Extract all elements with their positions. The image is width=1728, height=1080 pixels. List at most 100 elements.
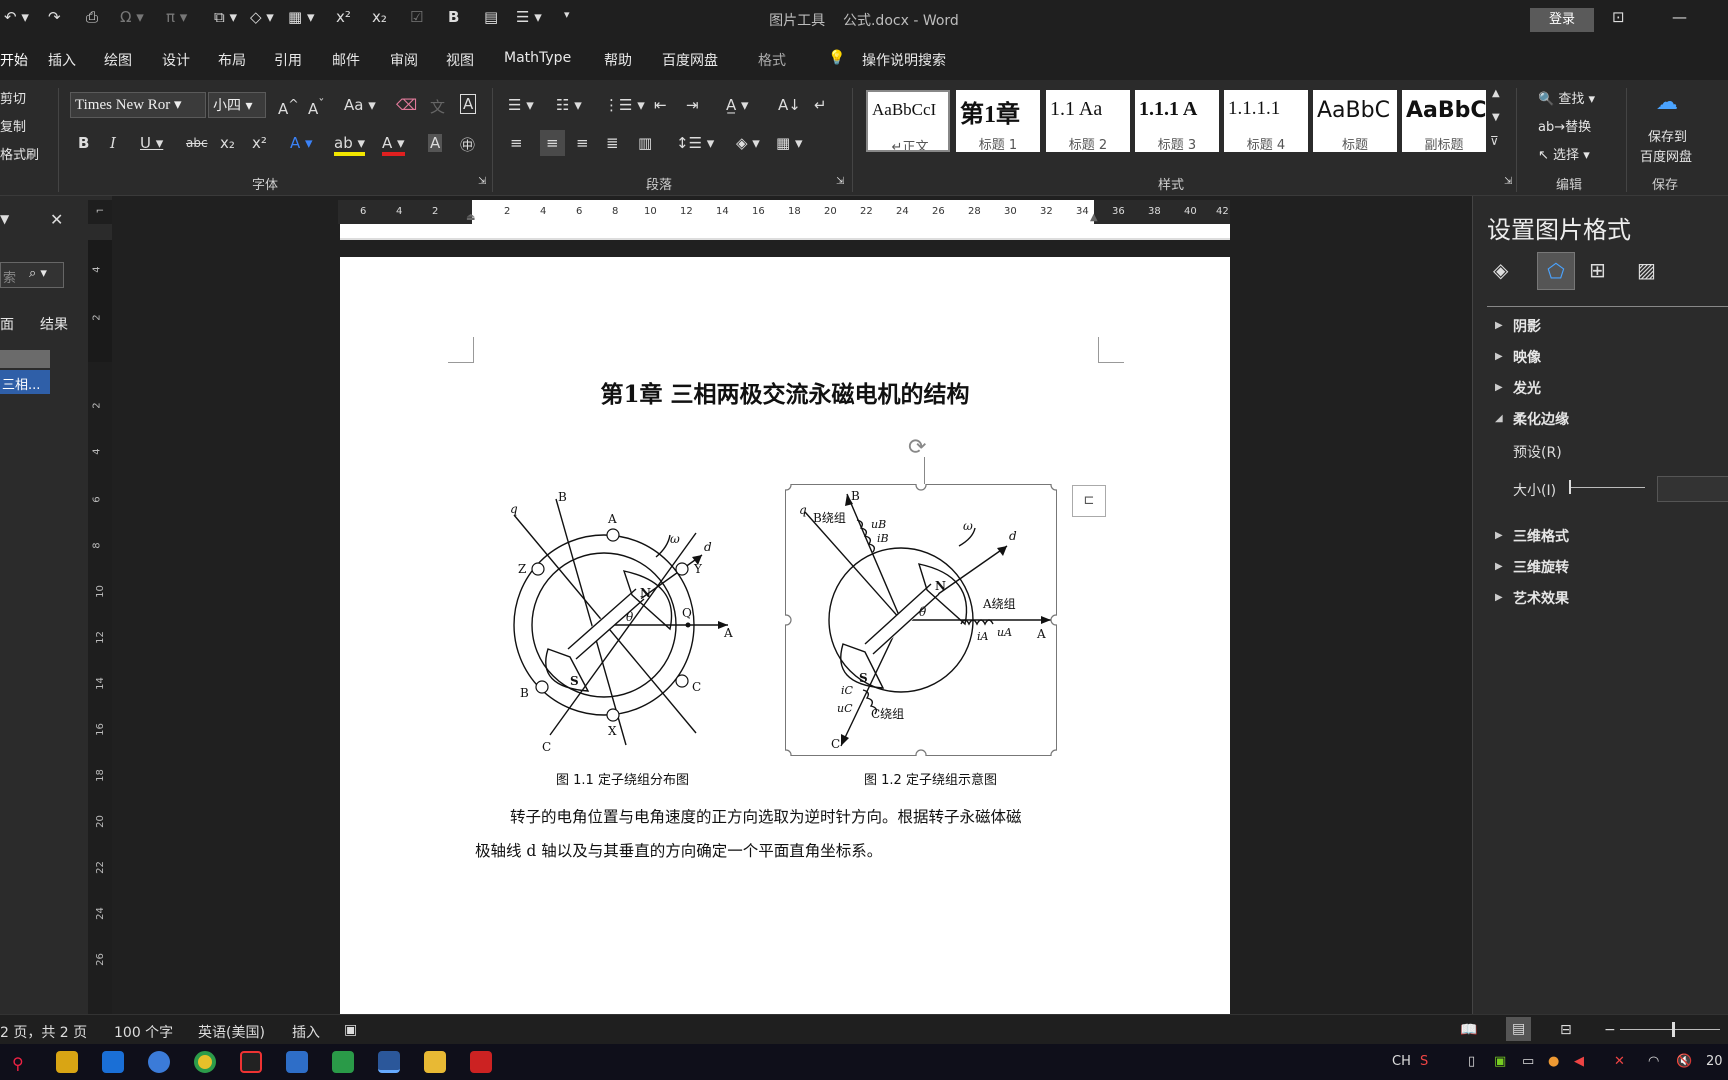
tab-baidu[interactable]: 百度网盘 xyxy=(662,50,718,70)
sort-icon[interactable]: A↓ xyxy=(778,96,801,114)
enclose-char-icon[interactable]: ㊥ xyxy=(460,134,475,155)
pane-options-icon[interactable]: ▼ xyxy=(0,212,9,226)
shield-app-icon[interactable] xyxy=(56,1051,78,1073)
print-layout-icon[interactable]: ▤ xyxy=(1506,1017,1532,1041)
size-slider-thumb[interactable] xyxy=(1569,480,1571,494)
zoom-slider[interactable] xyxy=(1620,1029,1720,1030)
asian-layout-icon[interactable]: A̲ ▾ xyxy=(726,96,749,114)
nav-tab-pages[interactable]: 面 xyxy=(0,314,14,334)
close-icon[interactable]: ✕ xyxy=(50,210,63,229)
resize-handle[interactable] xyxy=(915,749,927,756)
numbering-icon[interactable]: ☷ ▾ xyxy=(556,96,582,114)
chrome-icon[interactable] xyxy=(194,1051,216,1073)
figure-stator-winding-distribution[interactable]: q B A d ω Z Y N θ Q A S B C X C xyxy=(500,487,740,757)
baidu-cloud-icon[interactable]: ☁ xyxy=(1656,90,1678,115)
style-heading1[interactable]: 第1章 标题 1 xyxy=(956,90,1040,152)
resize-handle[interactable] xyxy=(1050,749,1057,756)
body-paragraph-line2[interactable]: 极轴线 d 轴以及与其垂直的方向确定一个平面直角坐标系。 xyxy=(475,839,882,861)
browser-app-icon[interactable] xyxy=(148,1051,170,1073)
folder-icon[interactable] xyxy=(424,1051,446,1073)
figure-stator-winding-schematic[interactable]: q B B绕组 uB iB ω d N θ A绕组 iA uA A S iC u… xyxy=(785,484,1057,756)
resize-handle[interactable] xyxy=(785,484,792,491)
section-shadow[interactable]: 阴影 xyxy=(1513,316,1541,336)
resize-handle[interactable] xyxy=(915,484,927,491)
tab-mailings[interactable]: 邮件 xyxy=(332,50,360,70)
tab-home[interactable]: 开始 xyxy=(0,50,28,70)
word-icon[interactable] xyxy=(378,1051,400,1073)
monitor-tray-icon[interactable]: ▭ xyxy=(1522,1054,1534,1069)
section-3d-format[interactable]: 三维格式 xyxy=(1513,526,1569,546)
increase-indent-icon[interactable]: ⇥ xyxy=(686,96,699,114)
spreadsheet-app-icon[interactable] xyxy=(332,1051,354,1073)
resize-handle[interactable] xyxy=(1050,614,1057,626)
style-heading2[interactable]: 1.1 Aa 标题 2 xyxy=(1046,90,1130,152)
layout-size-icon[interactable]: ⊞ xyxy=(1589,258,1606,282)
paragraph-dialog-launcher-icon[interactable]: ⇲ xyxy=(836,176,844,187)
nav-search-box[interactable]: 索 ⌕ ▾ xyxy=(0,262,64,288)
align-left-icon[interactable]: ≡ xyxy=(510,134,523,152)
find-button[interactable]: 🔍 查找 ▾ xyxy=(1538,88,1595,107)
size-input[interactable] xyxy=(1657,476,1728,502)
justify-icon[interactable]: ≣ xyxy=(606,134,619,152)
volume-mute-icon[interactable]: 🔇 xyxy=(1676,1054,1692,1069)
font-name-combo[interactable]: Times New Ror ▾ xyxy=(70,92,206,118)
nav-result-item[interactable]: 三相... xyxy=(0,370,50,394)
picture-icon[interactable]: ▨ xyxy=(1637,258,1656,282)
vertical-ruler[interactable]: 4 2 2 4 6 8 10 12 14 16 18 20 22 24 26 xyxy=(88,240,112,1014)
text-effects-icon[interactable]: A ▾ xyxy=(290,134,313,152)
style-heading4[interactable]: 1.1.1.1 标题 4 xyxy=(1224,90,1308,152)
preset-label[interactable]: 预设(R) xyxy=(1513,442,1562,462)
char-shading-icon[interactable]: A xyxy=(428,134,443,152)
horizontal-ruler[interactable]: 6 4 2 2 4 6 8 10 12 14 16 18 20 22 24 26… xyxy=(338,200,1230,224)
ime-indicator[interactable]: CH xyxy=(1392,1054,1411,1069)
db-app-icon[interactable] xyxy=(286,1051,308,1073)
zoom-out-icon[interactable]: − xyxy=(1604,1022,1616,1038)
font-color-icon[interactable]: A ▾ xyxy=(382,134,405,156)
shrink-font-icon[interactable]: Aˇ xyxy=(308,96,325,118)
phone-tray-icon[interactable]: ▯ xyxy=(1468,1054,1475,1069)
line-spacing-icon[interactable]: ↕☰ ▾ xyxy=(676,134,714,152)
resize-handle[interactable] xyxy=(785,614,792,626)
read-mode-icon[interactable]: 📖 xyxy=(1460,1022,1477,1038)
highlight-icon[interactable]: ab ▾ xyxy=(334,134,366,156)
fill-line-icon[interactable]: ◈ xyxy=(1493,258,1508,282)
speaker-tray-icon[interactable]: ◀ xyxy=(1574,1054,1584,1069)
phonetic-icon[interactable]: 文 xyxy=(430,96,445,117)
section-reflection[interactable]: 映像 xyxy=(1513,347,1541,367)
right-indent-marker-icon[interactable]: ▲ xyxy=(1090,212,1098,223)
font-dialog-launcher-icon[interactable]: ⇲ xyxy=(478,176,486,187)
app-tray-icon[interactable]: ● xyxy=(1548,1054,1559,1069)
body-paragraph-line1[interactable]: 转子的电角位置与电角速度的正方向选取为逆时针方向。根据转子永磁体磁 xyxy=(510,805,1022,827)
replace-button[interactable]: ab→替换 xyxy=(1538,116,1591,135)
close-tray-icon[interactable]: ✕ xyxy=(1614,1054,1625,1069)
chapter-title[interactable]: 第1章 三相两极交流永磁电机的结构 xyxy=(340,375,1230,409)
tab-design[interactable]: 设计 xyxy=(162,50,190,70)
section-glow[interactable]: 发光 xyxy=(1513,378,1541,398)
qq-icon[interactable] xyxy=(240,1051,262,1073)
insert-mode[interactable]: 插入 xyxy=(292,1022,320,1042)
align-center-icon[interactable]: ≡ xyxy=(540,130,565,156)
resize-handle[interactable] xyxy=(785,749,792,756)
tab-review[interactable]: 审阅 xyxy=(390,50,418,70)
wifi-icon[interactable]: ◠ xyxy=(1648,1054,1659,1069)
align-right-icon[interactable]: ≡ xyxy=(576,134,589,152)
tab-draw[interactable]: 绘图 xyxy=(104,50,132,70)
superscript-icon-2[interactable]: x² xyxy=(252,134,267,152)
copy-button[interactable]: 复制 xyxy=(0,116,26,135)
underline-icon[interactable]: U ▾ xyxy=(140,134,163,152)
select-button[interactable]: ↖ 选择 ▾ xyxy=(1538,144,1590,163)
zy-app-icon[interactable] xyxy=(470,1051,492,1073)
tab-mathtype[interactable]: MathType xyxy=(504,50,571,66)
section-artistic-effects[interactable]: 艺术效果 xyxy=(1513,588,1569,608)
save-to-label[interactable]: 保存到 xyxy=(1648,126,1687,145)
styles-dialog-launcher-icon[interactable]: ⇲ xyxy=(1504,176,1512,187)
page-count[interactable]: 2 页，共 2 页 xyxy=(0,1022,87,1042)
tab-layout[interactable]: 布局 xyxy=(218,50,246,70)
section-3d-rotation[interactable]: 三维旋转 xyxy=(1513,557,1569,577)
tab-selector[interactable]: ⌐ xyxy=(88,200,112,224)
layout-options-icon[interactable]: ⊏ xyxy=(1072,485,1106,517)
style-normal[interactable]: AaBbCcI ↵正文 xyxy=(866,90,950,152)
size-slider[interactable] xyxy=(1569,487,1645,488)
indent-marker-icon[interactable]: ⏏ xyxy=(466,212,475,223)
nvidia-icon[interactable]: ▣ xyxy=(1494,1054,1506,1069)
